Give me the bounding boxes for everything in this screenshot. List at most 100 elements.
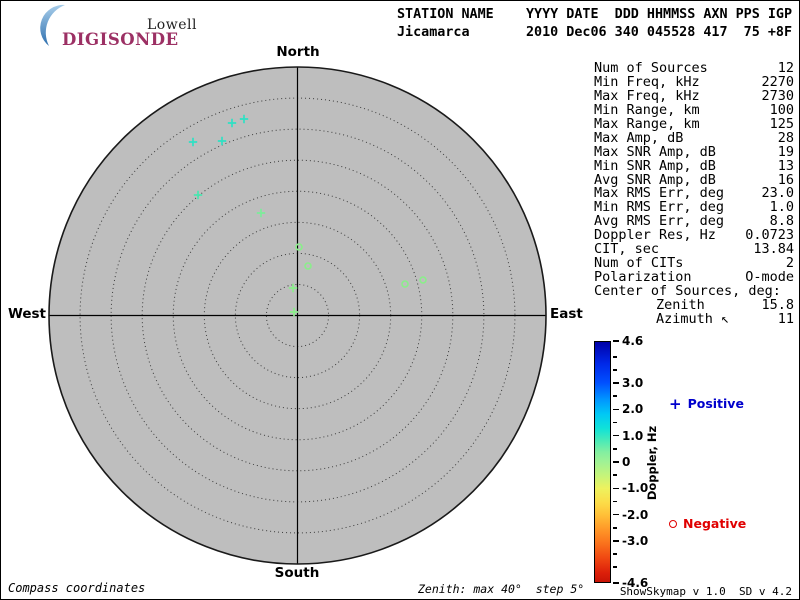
- stat-row: Max Range, km 125: [594, 117, 794, 131]
- version-text: ShowSkymap v 1.0 SD v 4.2: [619, 585, 792, 598]
- stat-value: 125: [769, 115, 794, 132]
- colorbar-tick-label: 1.0: [622, 428, 644, 443]
- stat-label: Min Range, km: [594, 101, 700, 118]
- source-marker-circle: [295, 243, 303, 251]
- source-marker-plus: [256, 208, 266, 218]
- stat-label: Min Freq, kHz: [594, 73, 700, 90]
- zenith-ring: [234, 252, 361, 379]
- colorbar-minor-tick: [613, 566, 617, 568]
- stat-label: Min SNR Amp, dB: [594, 157, 716, 174]
- source-marker-plus: [217, 136, 227, 146]
- stat-row: Doppler Res, Hz 0.0723: [594, 228, 794, 242]
- legend-positive: + Positive: [669, 396, 744, 411]
- stat-row: Avg SNR Amp, dB 16: [594, 173, 794, 187]
- stat-label: Zenith: [656, 296, 705, 313]
- colorbar-major-tick: [613, 434, 619, 437]
- stat-value: 23.0: [761, 185, 794, 202]
- stat-value: 2270: [761, 73, 794, 90]
- statistics-panel: Num of Sources 12 Min Freq, kHz 2270 Max Fre…: [594, 61, 794, 326]
- zenith-ring: [141, 159, 454, 472]
- plus-marker-icon: +: [669, 394, 682, 413]
- skymap-outline: [48, 66, 547, 565]
- colorbar-major-tick: [613, 582, 619, 584]
- stat-label: Doppler Res, Hz: [594, 227, 716, 244]
- source-marker-plus: [289, 307, 299, 317]
- stat-value: 12: [777, 60, 794, 76]
- skymap-window: Lowell DIGISONDE STATION NAME YYYY DATE …: [0, 0, 800, 600]
- stat-value: 1.0: [769, 199, 794, 216]
- zenith-ring: [79, 97, 516, 534]
- stat-row: Azimuth ↖ 11: [594, 312, 794, 326]
- stat-row: Min Range, km 100: [594, 103, 794, 117]
- stat-row: Max Freq, kHz 2730: [594, 89, 794, 103]
- colorbar-minor-tick: [613, 553, 617, 555]
- stat-label: Min RMS Err, deg: [594, 199, 725, 216]
- colorbar-minor-tick: [613, 500, 617, 503]
- colorbar-tick-label: 3.0: [622, 376, 644, 391]
- stat-label: Polarization: [594, 269, 692, 286]
- logo-digisonde-text: DIGISONDE: [62, 30, 179, 49]
- station-header-values: Jicamarca 2010 Dec06 340 045528 417 75 +…: [397, 25, 793, 40]
- stat-value: 19: [777, 143, 794, 160]
- colorbar-minor-tick: [613, 474, 617, 476]
- colorbar-tick-label: -3.0: [622, 533, 649, 548]
- stat-row: Center of Sources, deg:: [594, 284, 794, 298]
- doppler-colorbar: [594, 341, 611, 583]
- stat-value: 100: [769, 101, 794, 118]
- circle-marker-icon: [669, 519, 677, 528]
- zenith-ring: [265, 283, 330, 348]
- stat-label: Max Amp, dB: [594, 129, 684, 146]
- colorbar-major-tick: [613, 487, 619, 490]
- stat-row: Min RMS Err, deg 1.0: [594, 200, 794, 214]
- stat-value: 2730: [761, 87, 794, 104]
- stat-label: CIT, sec: [594, 241, 660, 258]
- stat-row: Avg RMS Err, deg 8.8: [594, 214, 794, 228]
- legend-negative: Negative: [669, 516, 746, 531]
- stat-row: Num of Sources 12: [594, 61, 794, 75]
- colorbar-tick-label: 2.0: [622, 402, 644, 417]
- source-marker-circle: [401, 280, 409, 288]
- stat-value: 28: [777, 129, 794, 146]
- colorbar-major-tick: [613, 382, 619, 384]
- source-marker-plus: [193, 190, 203, 200]
- colorbar-major-tick: [613, 408, 619, 411]
- stat-value: 13.84: [753, 241, 794, 258]
- stat-label: Avg SNR Amp, dB: [594, 171, 716, 188]
- legend-negative-label: Negative: [683, 516, 747, 531]
- station-header: STATION NAME YYYY DATE DDD HHMMSS AXN PP…: [397, 6, 792, 42]
- stat-value: 2: [785, 255, 794, 272]
- source-marker-circle: [419, 276, 427, 284]
- colorbar-minor-tick: [613, 395, 617, 397]
- compass-label-south: South: [274, 565, 320, 581]
- stat-label: Max Range, km: [594, 115, 700, 132]
- colorbar-major-tick: [613, 540, 619, 542]
- coordinates-note: Compass coordinates: [8, 581, 146, 595]
- stat-row: Zenith 15.8: [594, 298, 794, 312]
- compass-label-west: West: [7, 306, 46, 322]
- compass-label-east: East: [550, 306, 583, 322]
- stat-value: 16: [777, 171, 794, 188]
- stat-row: Min Freq, kHz 2270: [594, 75, 794, 89]
- zenith-ring: [203, 221, 392, 410]
- stat-label: Avg RMS Err, deg: [594, 213, 725, 230]
- colorbar-tick-label: 0: [622, 455, 631, 469]
- stat-label: Center of Sources, deg:: [594, 283, 781, 299]
- stat-value: O-mode: [745, 269, 794, 286]
- compass-label-north: North: [276, 44, 320, 60]
- stat-row: Max SNR Amp, dB 19: [594, 145, 794, 159]
- stat-label: Max RMS Err, deg: [594, 185, 725, 202]
- colorbar-minor-tick: [613, 527, 617, 529]
- source-marker-plus: [239, 114, 249, 124]
- colorbar-minor-tick: [613, 448, 617, 450]
- stat-row: Min SNR Amp, dB 13: [594, 159, 794, 173]
- stat-row: Polarization O-mode: [594, 270, 794, 284]
- stat-label: Num of Sources: [594, 60, 708, 76]
- source-marker-plus: [227, 118, 237, 128]
- colorbar-minor-tick: [613, 369, 617, 371]
- colorbar-tick-label: -2.0: [622, 507, 649, 522]
- stat-value: 0.0723: [745, 227, 794, 244]
- stat-row: Max Amp, dB 28: [594, 131, 794, 145]
- legend-positive-label: Positive: [687, 396, 744, 411]
- colorbar-major-tick: [613, 513, 619, 516]
- colorbar-major-tick: [613, 461, 619, 463]
